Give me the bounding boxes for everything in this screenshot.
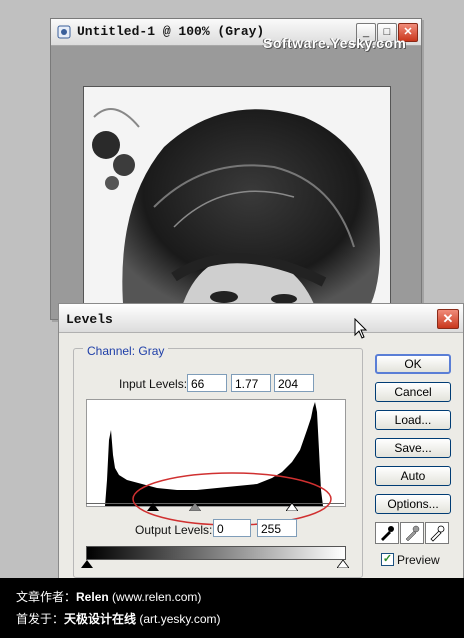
author-prefix: 文章作者：	[16, 590, 77, 604]
author-name: Relen	[76, 590, 109, 604]
canvas-area	[51, 46, 421, 319]
black-eyedropper-icon[interactable]	[375, 522, 399, 544]
input-levels-label: Input Levels:	[119, 377, 188, 391]
output-black-field[interactable]: 0	[213, 519, 251, 537]
published-site: (art.yesky.com)	[139, 612, 221, 626]
auto-button[interactable]: Auto	[375, 466, 451, 486]
input-white-field[interactable]: 204	[274, 374, 314, 392]
published-name: 天极设计在线	[64, 612, 137, 626]
portrait-photo	[84, 87, 390, 317]
input-gamma-field[interactable]: 1.77	[231, 374, 271, 392]
published-prefix: 首发于：	[16, 612, 65, 626]
mouse-cursor-icon	[354, 318, 368, 339]
ok-button[interactable]: OK	[375, 354, 451, 374]
output-white-field[interactable]: 255	[257, 519, 297, 537]
document-title: Untitled-1 @ 100% (Gray)	[77, 24, 265, 39]
save-button[interactable]: Save...	[375, 438, 451, 458]
output-gradient-bar	[86, 546, 346, 560]
dialog-title: Levels	[66, 312, 113, 327]
options-button[interactable]: Options...	[375, 494, 451, 514]
watermark: Software.Yesky.com	[263, 35, 407, 51]
output-black-slider[interactable]	[81, 560, 93, 568]
checkbox-check-icon: ✓	[382, 553, 393, 565]
author-line: 文章作者：Relen (www.relen.com)	[16, 588, 201, 605]
cancel-button[interactable]: Cancel	[375, 382, 451, 402]
output-white-slider[interactable]	[337, 560, 349, 568]
preview-checkbox[interactable]: ✓	[381, 553, 394, 566]
input-black-field[interactable]: 66	[187, 374, 227, 392]
document-window: Untitled-1 @ 100% (Gray) _ □ ✕ Software.…	[50, 18, 422, 320]
levels-title-bar[interactable]: Levels ✕	[59, 304, 463, 333]
white-eyedropper-icon[interactable]	[425, 522, 449, 544]
photo-canvas[interactable]	[83, 86, 391, 318]
output-levels-label: Output Levels:	[135, 523, 213, 537]
credits-bar: 文章作者：Relen (www.relen.com) 首发于：天极设计在线 (a…	[0, 578, 464, 638]
preview-label[interactable]: Preview	[397, 553, 440, 567]
author-site: (www.relen.com)	[112, 590, 202, 604]
gray-eyedropper-icon[interactable]	[400, 522, 424, 544]
load-button[interactable]: Load...	[375, 410, 451, 430]
photoshop-document-icon	[57, 25, 71, 39]
dialog-close-icon[interactable]: ✕	[437, 309, 459, 329]
published-line: 首发于：天极设计在线 (art.yesky.com)	[16, 610, 221, 627]
channel-select[interactable]: Channel: Gray	[83, 344, 169, 358]
levels-dialog: Levels ✕ Channel: Gray Input Levels: 66 …	[58, 303, 464, 580]
